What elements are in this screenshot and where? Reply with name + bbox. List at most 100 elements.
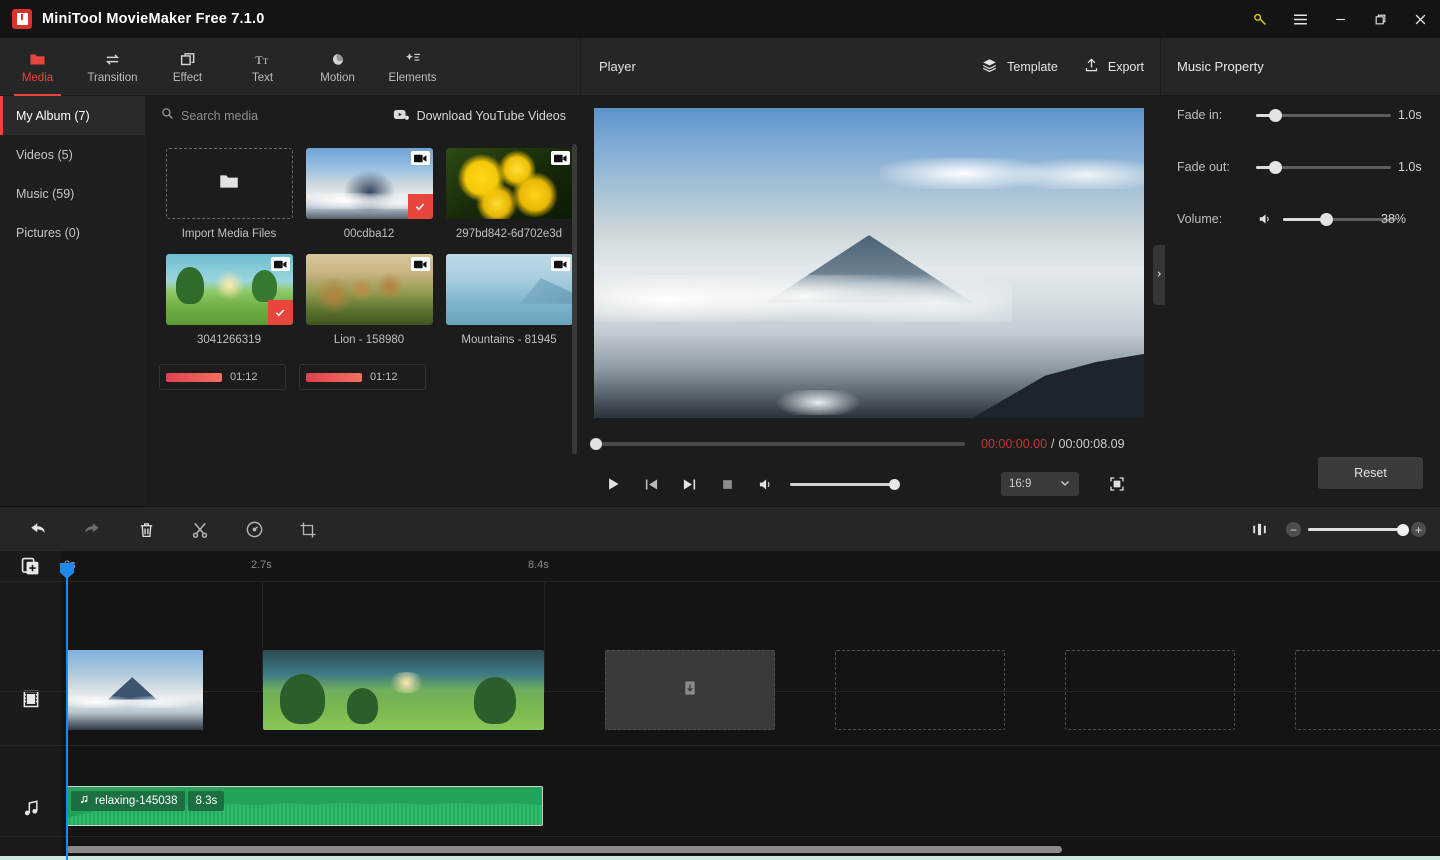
empty-media-slot[interactable] xyxy=(835,650,1005,730)
import-dropzone[interactable] xyxy=(165,148,293,219)
media-item[interactable]: 297bd842-6d702e3d xyxy=(439,148,579,240)
timeline-playhead[interactable] xyxy=(60,563,74,860)
timeline-ruler[interactable]: 0s 2.7s 8.4s xyxy=(61,551,1440,581)
video-type-icon xyxy=(410,151,430,165)
media-name: 3041266319 xyxy=(197,334,261,346)
split-button[interactable] xyxy=(177,507,223,552)
tab-text[interactable]: T T Text xyxy=(225,38,300,96)
fade-in-handle[interactable] xyxy=(1269,108,1282,122)
media-item[interactable]: 01:12 xyxy=(159,360,299,394)
empty-media-slot[interactable] xyxy=(605,650,775,730)
tab-motion-label: Motion xyxy=(320,71,355,84)
previous-frame-button[interactable] xyxy=(632,470,670,498)
player-controls: 16:9 xyxy=(594,469,1145,499)
timeline-zoom-handle[interactable] xyxy=(1397,523,1409,536)
export-button[interactable]: Export xyxy=(1084,57,1144,76)
timeline-overlay-track-header[interactable] xyxy=(0,581,61,641)
media-item[interactable]: 00cdba12 xyxy=(299,148,439,240)
fullscreen-button[interactable] xyxy=(1105,472,1129,496)
zoom-out-label: − xyxy=(1289,522,1297,537)
play-button[interactable] xyxy=(594,470,632,498)
module-tab-bar: Media Transition Effect T T Text Motion … xyxy=(0,38,580,96)
aspect-ratio-select[interactable]: 16:9 xyxy=(1001,472,1079,496)
volume-button[interactable] xyxy=(746,470,784,498)
media-thumbnail[interactable] xyxy=(305,148,433,219)
album-item-videos[interactable]: Videos (5) xyxy=(0,135,145,174)
fade-out-handle[interactable] xyxy=(1269,160,1282,174)
media-scrollbar[interactable] xyxy=(572,144,577,454)
timeline-audio-clip[interactable]: relaxing-145038 8.3s xyxy=(66,786,543,826)
next-frame-button[interactable] xyxy=(670,470,708,498)
undo-button[interactable] xyxy=(15,507,61,552)
layers-icon xyxy=(981,58,998,76)
tab-effect[interactable]: Effect xyxy=(150,38,225,96)
search-input[interactable]: Search media xyxy=(161,107,258,125)
selected-check-icon xyxy=(267,300,293,325)
tab-transition[interactable]: Transition xyxy=(75,38,150,96)
media-thumbnail[interactable] xyxy=(445,148,573,219)
app-logo-icon xyxy=(12,9,32,29)
reset-button[interactable]: Reset xyxy=(1318,457,1423,489)
volume-handle[interactable] xyxy=(1320,212,1333,226)
maximize-button[interactable] xyxy=(1360,0,1400,38)
tab-motion[interactable]: Motion xyxy=(300,38,375,96)
empty-media-slot[interactable] xyxy=(1065,650,1235,730)
zoom-in-button[interactable]: + xyxy=(1411,522,1426,537)
fade-in-slider[interactable] xyxy=(1256,108,1391,122)
video-track-header[interactable] xyxy=(0,641,61,756)
license-key-icon[interactable] xyxy=(1240,0,1280,38)
timeline-zoom-slider[interactable] xyxy=(1308,523,1409,536)
redo-button[interactable] xyxy=(69,507,115,552)
media-item[interactable]: 01:12 xyxy=(299,360,439,394)
crop-button[interactable] xyxy=(285,507,331,552)
volume-slider[interactable] xyxy=(1283,212,1396,226)
delete-button[interactable] xyxy=(123,507,169,552)
media-thumbnail[interactable] xyxy=(305,254,433,325)
import-media-cell[interactable]: Import Media Files xyxy=(159,148,299,240)
add-media-button[interactable] xyxy=(0,551,61,581)
zoom-out-button[interactable]: − xyxy=(1286,522,1301,537)
current-time: 00:00:00.00 xyxy=(981,437,1048,451)
tab-media[interactable]: Media xyxy=(0,38,75,96)
minimize-button[interactable] xyxy=(1320,0,1360,38)
media-item[interactable]: 3041266319 xyxy=(159,254,299,346)
volume-icon[interactable] xyxy=(1257,212,1273,226)
fit-timeline-icon[interactable] xyxy=(1251,522,1268,537)
download-youtube-button[interactable]: Download YouTube Videos xyxy=(393,108,566,124)
video-preview[interactable] xyxy=(594,108,1144,418)
window-controls xyxy=(1240,0,1440,38)
timeline-horizontal-scrollbar[interactable] xyxy=(66,846,1062,853)
media-item[interactable]: Lion - 158980 xyxy=(299,254,439,346)
audio-clip-name-chip: relaxing-145038 xyxy=(71,791,186,811)
audio-media-row[interactable]: 01:12 xyxy=(299,364,426,390)
close-button[interactable] xyxy=(1400,0,1440,38)
album-item-my-album[interactable]: My Album (7) xyxy=(0,96,145,135)
album-item-music[interactable]: Music (59) xyxy=(0,174,145,213)
media-thumbnail[interactable] xyxy=(165,254,293,325)
media-item[interactable]: Mountains - 81945 xyxy=(439,254,579,346)
panel-collapse-toggle[interactable] xyxy=(1153,245,1165,305)
player-volume-slider[interactable] xyxy=(790,478,900,490)
selected-check-icon xyxy=(407,194,433,219)
template-label: Template xyxy=(1007,59,1058,74)
speed-button[interactable] xyxy=(231,507,277,552)
seek-handle[interactable] xyxy=(590,438,602,450)
hamburger-menu-icon[interactable] xyxy=(1280,0,1320,38)
template-button[interactable]: Template xyxy=(981,58,1058,76)
empty-media-slot[interactable] xyxy=(1295,650,1440,730)
seek-slider[interactable] xyxy=(590,438,965,450)
timeline-clip[interactable] xyxy=(263,650,544,730)
audio-media-row[interactable]: 01:12 xyxy=(159,364,286,390)
reset-label: Reset xyxy=(1354,466,1387,480)
tab-elements[interactable]: Elements xyxy=(375,38,450,96)
fade-out-slider[interactable] xyxy=(1256,160,1391,174)
zoom-in-label: + xyxy=(1414,522,1422,537)
audio-track-header[interactable] xyxy=(0,756,61,860)
media-grid[interactable]: Import Media Files 00cdba12 297bd842-6d7… xyxy=(145,135,580,505)
album-item-pictures[interactable]: Pictures (0) xyxy=(0,213,145,252)
timeline-clip[interactable] xyxy=(67,650,203,730)
media-thumbnail[interactable] xyxy=(445,254,573,325)
player-volume-handle[interactable] xyxy=(889,478,900,490)
video-type-icon xyxy=(550,151,570,165)
stop-button[interactable] xyxy=(708,470,746,498)
